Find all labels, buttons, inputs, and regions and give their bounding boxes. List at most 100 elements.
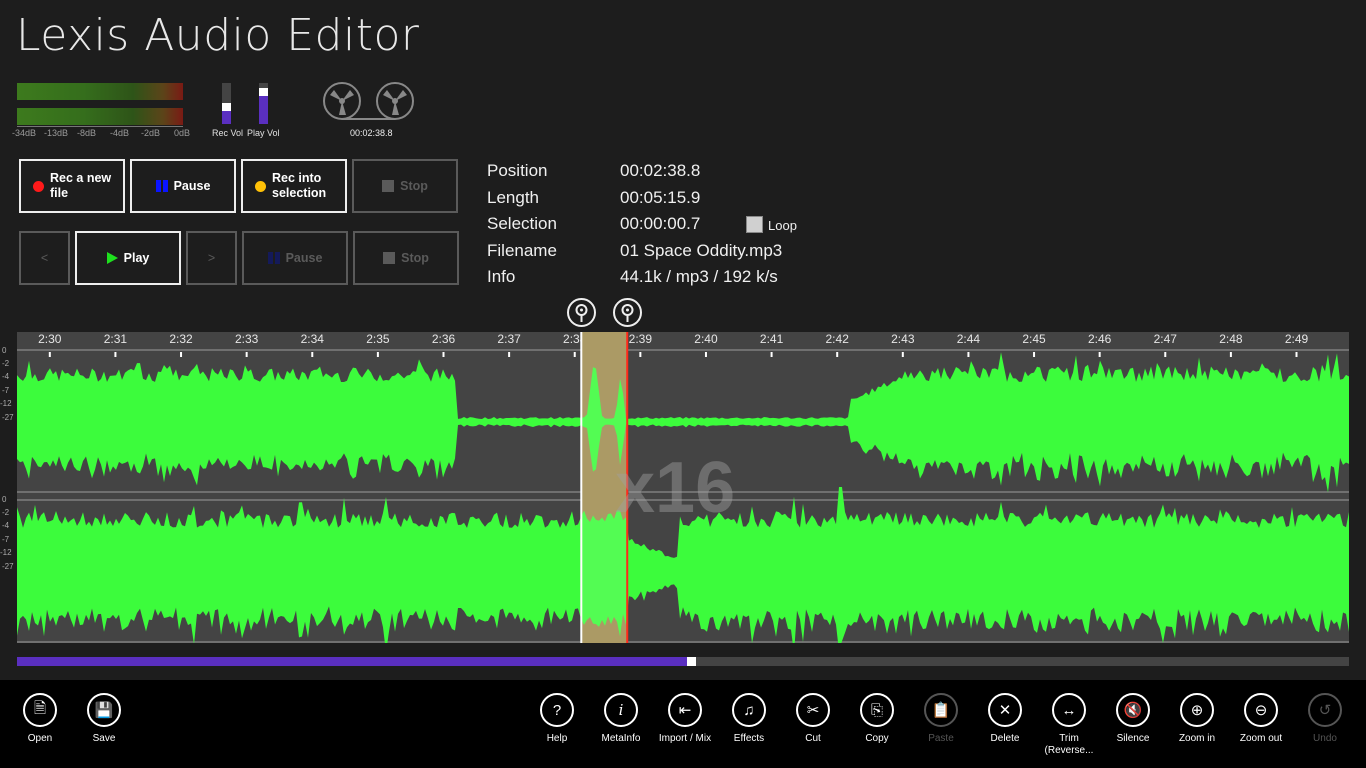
rec-into-selection-button[interactable]: Rec into selection xyxy=(241,159,347,213)
play-volume-thumb[interactable] xyxy=(259,88,268,96)
play-button[interactable]: Play xyxy=(75,231,181,285)
zoom-level-label: x16 xyxy=(615,448,736,528)
selection-start-marker[interactable] xyxy=(567,298,597,327)
rec-into-selection-label: Rec into selection xyxy=(272,171,327,200)
db-tick: -4 xyxy=(2,372,10,381)
trim-button[interactable]: ↔ Trim (Reverse... xyxy=(1037,680,1101,757)
time-tick-mark xyxy=(180,352,183,357)
play-volume-slider[interactable] xyxy=(259,83,268,124)
silence-button[interactable]: 🔇 Silence xyxy=(1101,680,1165,745)
effects-button[interactable]: ♫ Effects xyxy=(717,680,781,745)
vu-meter-right xyxy=(17,108,183,125)
open-button[interactable]: 🗎 Open xyxy=(8,680,72,745)
zoomin-label: Zoom in xyxy=(1178,733,1216,744)
filename-value: 01 Space Oddity.mp3 xyxy=(620,241,783,260)
copy-icon: ⎘ xyxy=(860,693,894,727)
import-label: Import / Mix xyxy=(658,733,712,744)
undo-button[interactable]: ↺ Undo xyxy=(1293,680,1357,745)
save-icon: 💾 xyxy=(87,693,121,727)
rec-pause-button[interactable]: Pause xyxy=(130,159,236,213)
metainfo-button[interactable]: i MetaInfo xyxy=(589,680,653,745)
time-tick-mark xyxy=(311,352,314,357)
stop-icon xyxy=(383,252,396,264)
rec-volume-slider[interactable] xyxy=(222,83,231,124)
mute-icon: 🔇 xyxy=(1116,693,1150,727)
db-tick: -7 xyxy=(2,386,10,395)
db-tick: -2 xyxy=(2,508,10,517)
help-button[interactable]: ? Help xyxy=(525,680,589,745)
db-tick: -12 xyxy=(0,399,12,408)
length-label: Length xyxy=(487,188,539,207)
time-tick-mark xyxy=(836,352,839,357)
time-tick-mark xyxy=(770,352,773,357)
play-stop-button[interactable]: Stop xyxy=(353,231,459,285)
cut-label: Cut xyxy=(805,733,821,744)
paste-button[interactable]: 📋 Paste xyxy=(909,680,973,745)
db-label: -2dB xyxy=(141,128,161,138)
waveform-view[interactable]: 2:30 2:31 2:32 2:33 2:34 2:35 2:36 2:37 2:38 2:39… xyxy=(17,332,1349,643)
save-button[interactable]: 💾 Save xyxy=(72,680,136,745)
save-label: Save xyxy=(92,733,116,744)
trim-label: Trim (Reverse... xyxy=(1044,733,1094,756)
rec-stop-button[interactable]: Stop xyxy=(352,159,458,213)
time-tick-mark xyxy=(114,352,117,357)
zoomin-button[interactable]: ⊕ Zoom in xyxy=(1165,680,1229,745)
playback-progress-bar[interactable] xyxy=(17,657,1349,666)
progress-thumb[interactable] xyxy=(686,657,696,666)
db-tick: -2 xyxy=(2,359,10,368)
delete-icon: ✕ xyxy=(988,693,1022,727)
next-button[interactable]: > xyxy=(186,231,237,285)
loop-checkbox[interactable] xyxy=(746,216,763,233)
time-tick-mark xyxy=(1229,352,1232,357)
undo-icon: ↺ xyxy=(1308,693,1342,727)
filename-label: Filename xyxy=(487,241,557,260)
rec-pause-label: Pause xyxy=(173,179,211,193)
pin-icon xyxy=(621,304,634,322)
time-tick-mark xyxy=(1098,352,1101,357)
time-tick-mark xyxy=(967,352,970,357)
zoomout-label: Zoom out xyxy=(1239,733,1283,744)
selection-end-marker[interactable] xyxy=(613,298,643,327)
db-label: 0dB xyxy=(174,128,191,138)
import-button[interactable]: ⇤ Import / Mix xyxy=(653,680,717,745)
vu-meter-left xyxy=(17,83,183,100)
effects-label: Effects xyxy=(733,733,765,744)
position-label: Position xyxy=(487,161,548,180)
help-icon: ? xyxy=(540,693,574,727)
db-label: -13dB xyxy=(44,128,69,138)
time-tick-mark xyxy=(376,352,379,357)
play-pause-button[interactable]: Pause xyxy=(242,231,348,285)
selection-value: 00:00:00.7 xyxy=(620,214,701,233)
previous-button[interactable]: < xyxy=(19,231,70,285)
rec-volume-thumb[interactable] xyxy=(222,103,231,111)
selection-label: Selection xyxy=(487,214,557,233)
tape-time: 00:02:38.8 xyxy=(350,128,393,138)
next-label: > xyxy=(207,251,216,265)
zoom-out-icon: ⊖ xyxy=(1244,693,1278,727)
play-pause-label: Pause xyxy=(285,251,323,265)
import-icon: ⇤ xyxy=(668,693,702,727)
pause-icon xyxy=(155,180,168,192)
paste-icon: 📋 xyxy=(924,693,958,727)
time-tick-mark xyxy=(639,352,642,357)
time-tick-mark xyxy=(1164,352,1167,357)
zoomout-button[interactable]: ⊖ Zoom out xyxy=(1229,680,1293,745)
db-tick: -27 xyxy=(2,562,14,571)
silence-label: Silence xyxy=(1116,733,1150,744)
pause-icon xyxy=(267,252,280,264)
copy-button[interactable]: ⎘ Copy xyxy=(845,680,909,745)
db-tick: -7 xyxy=(2,535,10,544)
zoom-in-icon: ⊕ xyxy=(1180,693,1214,727)
db-label: -4dB xyxy=(110,128,130,138)
rec-stop-label: Stop xyxy=(400,179,428,193)
previous-label: < xyxy=(40,251,49,265)
delete-button[interactable]: ✕ Delete xyxy=(973,680,1037,745)
rec-new-file-button[interactable]: Rec a new file xyxy=(19,159,125,213)
db-label: -8dB xyxy=(77,128,97,138)
db-tick: 0 xyxy=(2,346,7,355)
time-tick-mark xyxy=(901,352,904,357)
delete-label: Delete xyxy=(990,733,1020,744)
cut-button[interactable]: ✂ Cut xyxy=(781,680,845,745)
undo-label: Undo xyxy=(1313,733,1337,744)
time-tick-mark xyxy=(508,352,511,357)
